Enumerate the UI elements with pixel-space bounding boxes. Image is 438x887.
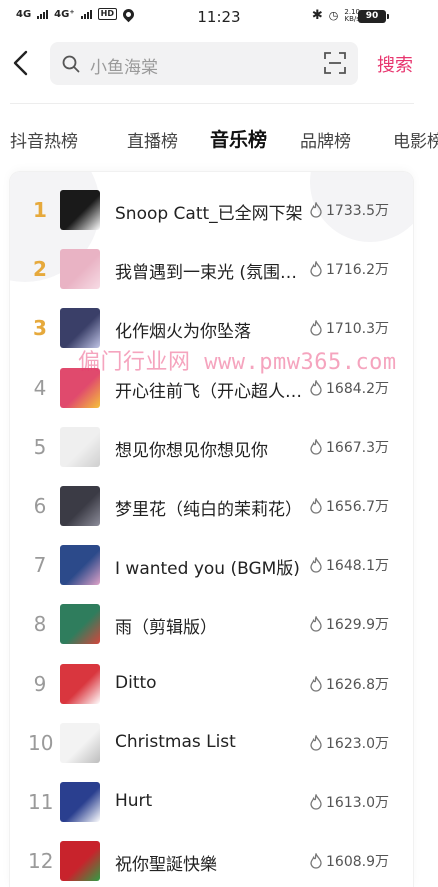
heat-value: 1716.2万 <box>326 262 389 279</box>
flame-icon <box>310 734 322 751</box>
ranking-row[interactable]: 11 Hurt 1613.0万 <box>10 774 413 833</box>
song-title: Christmas List <box>115 731 236 752</box>
heat-value: 1684.2万 <box>326 380 389 397</box>
ranking-row[interactable]: 7 I wanted you (BGM版) 1648.1万 <box>10 537 413 596</box>
bluetooth-icon: ✱ <box>311 8 323 23</box>
heat-value: 1623.0万 <box>326 735 389 752</box>
rank-number: 1 <box>33 198 47 222</box>
flame-icon <box>310 438 322 455</box>
heat-value: 1626.8万 <box>326 676 389 693</box>
heat-value: 1629.9万 <box>326 617 389 634</box>
album-cover <box>60 663 100 704</box>
rank-number: 10 <box>28 730 54 755</box>
flame-icon <box>310 320 322 336</box>
song-title: 我曾遇到一束光 (氛围版) <box>115 263 303 284</box>
rank-number: 6 <box>33 494 47 518</box>
heat-value: 1613.0万 <box>326 795 389 811</box>
flame-icon <box>310 498 322 514</box>
back-button[interactable] <box>8 46 36 80</box>
heat-value: 1656.7万 <box>326 499 389 515</box>
rank-number: 5 <box>33 434 47 459</box>
song-title: Snoop Catt_已全网下架 <box>115 204 303 224</box>
album-cover <box>60 841 100 882</box>
rank-number: 2 <box>33 257 47 282</box>
rank-number: 12 <box>28 849 54 874</box>
flame-icon <box>310 202 322 218</box>
ranking-row[interactable]: 6 梦里花（纯白的茉莉花） 1656.7万 <box>10 478 413 537</box>
song-title: 祝你聖誕快樂 <box>115 855 217 876</box>
heat-value: 1667.3万 <box>326 439 389 456</box>
watermark: 偏门行业网 www.pmw365.com <box>78 350 397 375</box>
album-cover <box>60 722 100 763</box>
flame-icon <box>310 261 322 277</box>
rank-number: 9 <box>33 671 47 696</box>
flame-icon <box>310 794 322 810</box>
album-cover <box>60 486 100 526</box>
album-cover <box>60 782 100 822</box>
header-divider <box>10 103 414 104</box>
music-ranking-list: 1 Snoop Catt_已全网下架 1733.5万 2 我曾遇到一束光 (氛围版) 17… <box>10 172 413 887</box>
song-title: 开心往前飞（开心超人联盟主题曲） <box>115 381 303 402</box>
rank-number: 8 <box>33 612 47 637</box>
heat-value: 1608.9万 <box>326 854 389 871</box>
flame-icon <box>310 616 322 632</box>
rank-number: 4 <box>33 375 47 400</box>
rank-number: 7 <box>33 553 47 578</box>
tab-music[interactable]: 音乐榜 <box>210 125 267 152</box>
album-cover <box>60 426 100 467</box>
tab-movie[interactable]: 电影榜 <box>393 127 438 152</box>
scan-icon[interactable] <box>324 52 346 74</box>
song-title: I wanted you (BGM版) <box>115 559 300 580</box>
tab-brand[interactable]: 品牌榜 <box>300 127 351 152</box>
song-title: 化作烟火为你坠落 <box>115 322 251 343</box>
ranking-row[interactable]: 10 Christmas List 1623.0万 <box>10 715 413 774</box>
album-cover <box>60 249 100 290</box>
status-bar: 4G 4G⁺ HD 11:23 ✱ ◷ 2.10 KB/s 90 <box>0 0 438 34</box>
ranking-row[interactable]: 8 雨（剪辑版） 1629.9万 <box>10 596 413 655</box>
heat-value: 1710.3万 <box>326 321 389 338</box>
album-cover <box>60 604 100 645</box>
song-title: 想见你想见你想见你 <box>115 440 268 461</box>
ranking-row[interactable]: 5 想见你想见你想见你 1667.3万 <box>10 419 413 478</box>
album-cover <box>60 545 100 586</box>
ranking-row[interactable]: 2 我曾遇到一束光 (氛围版) 1716.2万 <box>10 241 413 300</box>
back-arrow-icon <box>13 50 28 76</box>
tab-douyin-hot[interactable]: 抖音热榜 <box>10 127 78 152</box>
search-query: 小鱼海棠 <box>90 58 158 78</box>
song-title: 梦里花（纯白的茉莉花） <box>115 500 302 520</box>
album-cover <box>60 190 100 230</box>
album-cover <box>60 308 100 349</box>
ranking-row[interactable]: 12 祝你聖誕快樂 1608.9万 <box>10 833 413 887</box>
heat-value: 1648.1万 <box>326 558 389 575</box>
ranking-tabs: 抖音热榜 直播榜 音乐榜 品牌榜 电影榜 <box>0 125 438 155</box>
rank-number: 11 <box>28 790 54 814</box>
search-input[interactable]: 小鱼海棠 <box>50 42 358 85</box>
search-button[interactable]: 搜索 <box>377 51 413 77</box>
song-title: 雨（剪辑版） <box>115 618 217 639</box>
flame-icon <box>310 557 322 573</box>
flame-icon <box>310 675 322 692</box>
alarm-icon: ◷ <box>328 9 339 22</box>
search-icon <box>62 55 80 73</box>
rank-number: 3 <box>33 316 47 341</box>
heat-value: 1733.5万 <box>326 203 389 219</box>
flame-icon <box>310 379 322 396</box>
ranking-row[interactable]: 1 Snoop Catt_已全网下架 1733.5万 <box>10 182 413 241</box>
flame-icon <box>310 853 322 869</box>
song-title: Hurt <box>115 791 153 811</box>
battery-indicator: 90 <box>358 10 389 23</box>
tab-live[interactable]: 直播榜 <box>127 127 178 152</box>
ranking-row[interactable]: 9 Ditto 1626.8万 <box>10 656 413 715</box>
song-title: Ditto <box>115 672 157 693</box>
